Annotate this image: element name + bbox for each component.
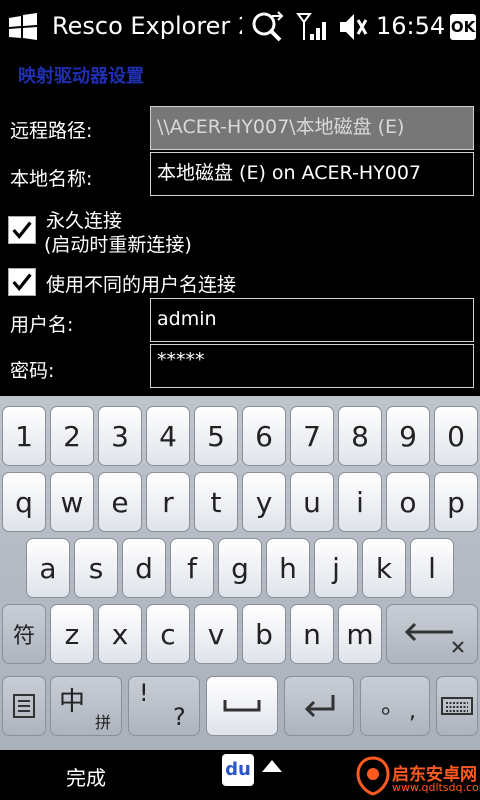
password-field[interactable]: ***** [150, 344, 474, 388]
soft-keyboard: 1 2 3 4 5 6 7 8 9 0 q w e r t y u i o p … [0, 396, 480, 750]
app-title: Resco Explorer 20 [52, 12, 242, 40]
punctuation-key[interactable]: ! ? [128, 676, 200, 736]
key-k[interactable]: k [362, 538, 406, 598]
keyboard-layout-key[interactable] [436, 676, 478, 736]
backspace-key[interactable] [386, 604, 478, 664]
key-v[interactable]: v [194, 604, 238, 664]
local-name-field[interactable]: 本地磁盘 (E) on ACER-HY007 [150, 152, 474, 196]
key-y[interactable]: y [242, 472, 286, 532]
connectivity-icon[interactable] [250, 10, 286, 44]
key-l[interactable]: l [410, 538, 454, 598]
local-name-label: 本地名称: [10, 168, 93, 190]
enter-icon [304, 695, 335, 718]
key-q[interactable]: q [2, 472, 46, 532]
watermark-logo-icon [356, 756, 390, 796]
dot-key-top: 。 [381, 691, 405, 719]
ok-button[interactable]: OK [450, 14, 476, 40]
remote-path-label: 远程路径: [10, 120, 93, 142]
space-icon [223, 700, 261, 712]
key-4[interactable]: 4 [146, 406, 190, 466]
key-2[interactable]: 2 [50, 406, 94, 466]
remote-path-field: \\ACER-HY007\本地磁盘 (E) [150, 106, 474, 150]
key-h[interactable]: h [266, 538, 310, 598]
key-z[interactable]: z [50, 604, 94, 664]
persist-checkbox[interactable] [8, 216, 36, 244]
enter-key[interactable] [284, 676, 354, 736]
key-u[interactable]: u [290, 472, 334, 532]
different-user-checkbox[interactable] [8, 268, 36, 296]
input-method-button[interactable]: du [222, 754, 254, 786]
key-8[interactable]: 8 [338, 406, 382, 466]
different-user-label: 使用不同的用户名连接 [46, 274, 237, 296]
key-x[interactable]: x [98, 604, 142, 664]
key-e[interactable]: e [98, 472, 142, 532]
username-field[interactable]: admin [150, 298, 474, 342]
username-label: 用户名: [10, 314, 74, 336]
cn-key-sub: 拼 [95, 713, 112, 732]
key-t[interactable]: t [194, 472, 238, 532]
key-1[interactable]: 1 [2, 406, 46, 466]
key-a[interactable]: a [26, 538, 70, 598]
dot-key-bottom: , [409, 699, 416, 724]
key-w[interactable]: w [50, 472, 94, 532]
key-r[interactable]: r [146, 472, 190, 532]
key-i[interactable]: i [338, 472, 382, 532]
key-d[interactable]: d [122, 538, 166, 598]
key-n[interactable]: n [290, 604, 334, 664]
key-s[interactable]: s [74, 538, 118, 598]
cn-key-main: 中 [59, 687, 86, 717]
password-label: 密码: [10, 360, 55, 382]
key-3[interactable]: 3 [98, 406, 142, 466]
punct-key-bottom: ? [173, 703, 186, 731]
list-icon [13, 694, 35, 718]
key-m[interactable]: m [338, 604, 382, 664]
key-g[interactable]: g [218, 538, 262, 598]
keyboard-icon [441, 697, 473, 715]
signal-icon[interactable] [296, 10, 330, 44]
key-p[interactable]: p [434, 472, 478, 532]
key-9[interactable]: 9 [386, 406, 430, 466]
key-f[interactable]: f [170, 538, 214, 598]
menu-key[interactable] [2, 676, 46, 736]
volume-icon[interactable] [338, 10, 368, 44]
chinese-punctuation-key[interactable]: 。 , [360, 676, 430, 736]
persist-sublabel: (启动时重新连接) [44, 234, 192, 256]
watermark-url: www.qdltsdq.com [392, 781, 480, 794]
key-o[interactable]: o [386, 472, 430, 532]
windows-start-icon[interactable] [6, 10, 40, 44]
space-key[interactable] [206, 676, 278, 736]
chinese-ime-key[interactable]: 中 拼 [50, 676, 122, 736]
clock[interactable]: 16:54 [376, 12, 445, 40]
key-b[interactable]: b [242, 604, 286, 664]
key-5[interactable]: 5 [194, 406, 238, 466]
persist-label: 永久连接 [46, 210, 123, 232]
done-softkey[interactable]: 完成 [66, 762, 106, 791]
key-j[interactable]: j [314, 538, 358, 598]
key-c[interactable]: c [146, 604, 190, 664]
key-0[interactable]: 0 [434, 406, 478, 466]
backspace-icon [404, 622, 464, 653]
chevron-up-icon[interactable] [262, 760, 282, 772]
key-symbols[interactable]: 符 [2, 604, 46, 664]
page-title: 映射驱动器设置 [18, 66, 144, 87]
key-7[interactable]: 7 [290, 406, 334, 466]
punct-key-top: ! [139, 679, 149, 707]
key-6[interactable]: 6 [242, 406, 286, 466]
